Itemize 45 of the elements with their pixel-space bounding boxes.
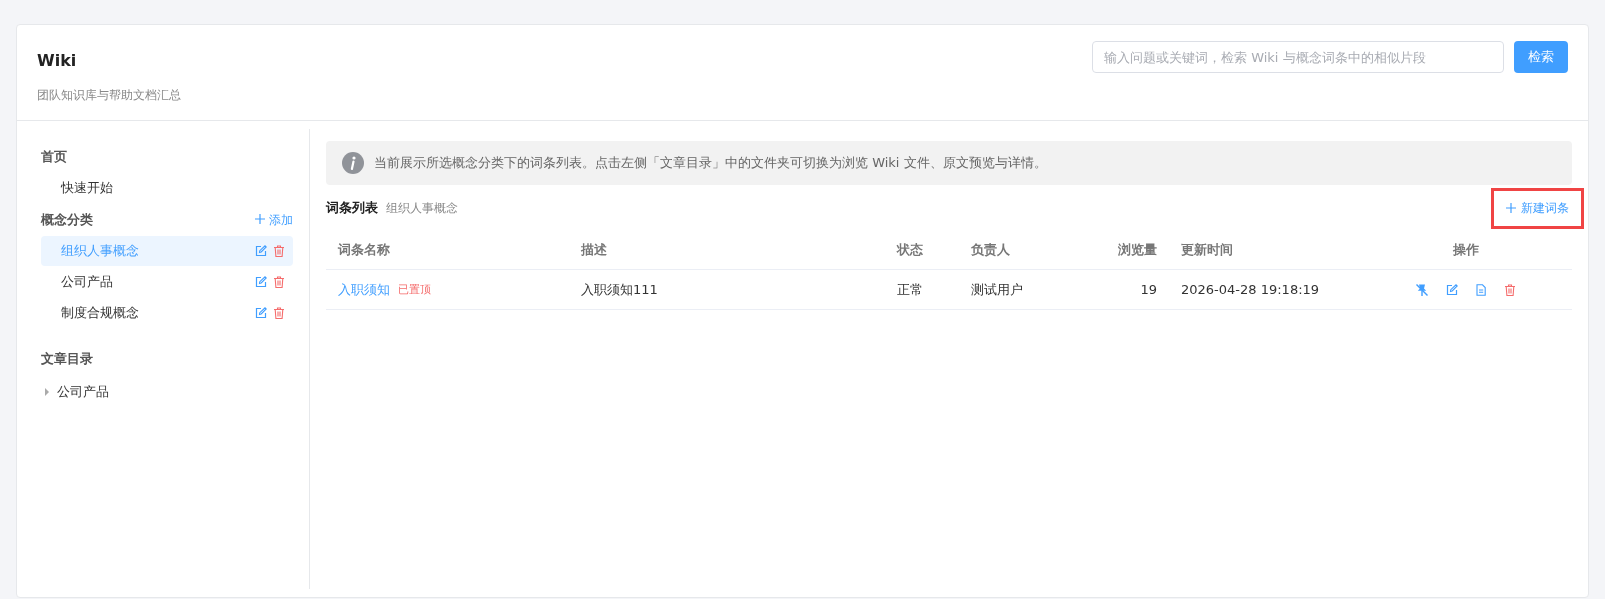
column-header: 状态 (885, 231, 959, 270)
column-header: 负责人 (959, 231, 1071, 270)
trash-icon[interactable] (273, 245, 285, 257)
column-header: 描述 (569, 231, 885, 270)
pinned-tag: 已置顶 (398, 282, 431, 297)
edit-icon[interactable] (255, 276, 267, 288)
entry-link[interactable]: 入职须知 (338, 280, 390, 299)
section-title: 概念分类 (41, 211, 93, 229)
new-entry-button[interactable]: 新建词条 (1491, 187, 1584, 229)
unpin-icon[interactable] (1415, 282, 1429, 297)
info-text: 当前展示所选概念分类下的词条列表。点击左侧「文章目录」中的文件夹可切换为浏览 Wiki 文件、原文预览与详情。 (374, 154, 1047, 172)
document-icon[interactable] (1475, 283, 1487, 296)
table-cell: 入职须知111 (581, 280, 658, 299)
list-title: 词条列表 (326, 199, 378, 217)
trash-icon[interactable] (1504, 283, 1516, 296)
add-button[interactable]: 添加 (255, 211, 293, 229)
page-title: Wiki (37, 51, 78, 70)
nav-item[interactable]: 组织人事概念 (41, 236, 293, 266)
column-header: 更新时间 (1169, 231, 1359, 270)
list-subtitle: 组织人事概念 (386, 200, 458, 217)
folder-item[interactable]: 公司产品 (57, 383, 109, 401)
edit-icon[interactable] (255, 307, 267, 319)
expand-arrow-icon[interactable] (45, 388, 49, 396)
plus-icon (255, 213, 265, 224)
page-subtitle: 团队知识库与帮助文档汇总 (37, 87, 181, 104)
column-header: 词条名称 (326, 231, 569, 270)
section-title: 文章目录 (41, 350, 93, 368)
table-cell: 正常 (897, 280, 923, 299)
search-button[interactable]: 检索 (1514, 41, 1568, 73)
trash-icon[interactable] (273, 307, 285, 319)
trash-icon[interactable] (273, 276, 285, 288)
section-title: 首页 (41, 148, 67, 166)
table-cell: 19 (1140, 282, 1157, 297)
search-field[interactable]: 输入问题或关键词，检索 Wiki 与概念词条中的相似片段 (1092, 41, 1504, 73)
info-icon (342, 152, 364, 174)
column-header: 浏览量 (1071, 231, 1169, 270)
table-cell: 2026-04-28 19:18:19 (1181, 282, 1320, 297)
nav-item[interactable]: 制度合规概念 (41, 298, 293, 328)
table-cell: 测试用户 (971, 280, 1023, 299)
edit-icon[interactable] (255, 245, 267, 257)
nav-item[interactable]: 公司产品 (41, 267, 293, 297)
nav-item[interactable]: 快速开始 (41, 173, 293, 203)
column-header: 操作 (1359, 231, 1572, 270)
plus-icon (1506, 203, 1516, 213)
edit-icon[interactable] (1446, 283, 1458, 296)
